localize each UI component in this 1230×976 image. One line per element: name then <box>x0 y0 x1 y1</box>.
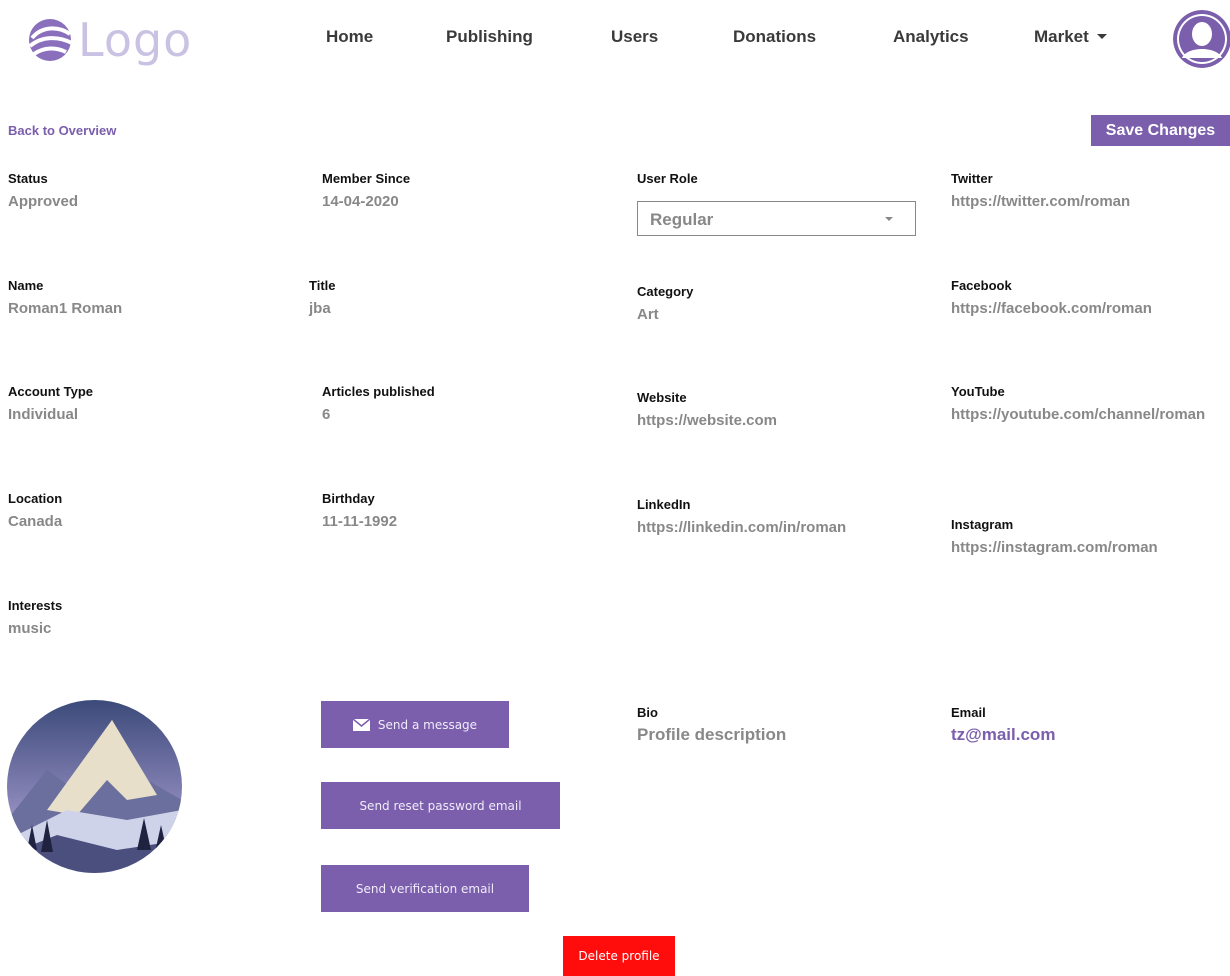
facebook-value[interactable]: https://facebook.com/roman <box>951 300 1152 318</box>
articles-label: Articles published <box>322 384 435 399</box>
nav-market[interactable]: Market <box>1034 27 1107 47</box>
name-label: Name <box>8 278 44 293</box>
profile-image <box>7 700 182 873</box>
linkedin-label: LinkedIn <box>637 497 691 512</box>
nav-home[interactable]: Home <box>326 27 373 47</box>
title-field: Title jba <box>309 278 336 318</box>
user-role-select[interactable]: Regular <box>637 201 916 236</box>
instagram-label: Instagram <box>951 517 1014 532</box>
account-type-label: Account Type <box>8 384 93 399</box>
nav-analytics[interactable]: Analytics <box>893 27 969 47</box>
nav-publishing[interactable]: Publishing <box>446 27 533 47</box>
logo-mark-icon <box>28 19 73 61</box>
user-role-field: User Role <box>637 171 698 187</box>
birthday-value: 11-11-1992 <box>322 513 398 530</box>
back-to-overview-link[interactable]: Back to Overview <box>8 123 116 138</box>
nav-market-label: Market <box>1034 27 1089 46</box>
location-label: Location <box>8 491 63 506</box>
status-value: Approved <box>8 193 79 210</box>
reset-password-button[interactable]: Send reset password email <box>321 782 560 829</box>
linkedin-value[interactable]: https://linkedin.com/in/roman <box>637 519 846 537</box>
instagram-field: Instagram https://instagram.com/roman <box>951 517 1158 557</box>
name-field: Name Roman1 Roman <box>8 278 122 318</box>
title-value: jba <box>309 300 331 317</box>
save-changes-button[interactable]: Save Changes <box>1091 115 1230 146</box>
location-value: Canada <box>8 513 63 530</box>
twitter-value[interactable]: https://twitter.com/roman <box>951 193 1130 211</box>
send-message-label: Send a message <box>377 717 478 732</box>
name-value: Roman1 Roman <box>8 300 123 317</box>
twitter-field: Twitter https://twitter.com/roman <box>951 171 1130 211</box>
twitter-label: Twitter <box>951 171 993 186</box>
title-label: Title <box>309 278 336 293</box>
nav-donations[interactable]: Donations <box>733 27 816 47</box>
youtube-field: YouTube https://youtube.com/channel/roma… <box>951 384 1221 428</box>
verification-email-button[interactable]: Send verification email <box>321 865 529 912</box>
website-label: Website <box>637 390 687 405</box>
youtube-value[interactable]: https://youtube.com/channel/roman <box>951 402 1221 428</box>
interests-value: music <box>8 620 52 637</box>
member-since-value: 14-04-2020 <box>322 193 399 210</box>
bio-field: Bio Profile description <box>637 705 786 744</box>
logo-text: Logo <box>78 13 193 67</box>
category-label: Category <box>637 284 694 299</box>
articles-field: Articles published 6 <box>322 384 435 424</box>
website-value[interactable]: https://website.com <box>637 412 777 430</box>
email-field: Email tz@mail.com <box>951 705 1055 744</box>
category-value: Art <box>637 306 659 323</box>
user-role-label: User Role <box>637 171 698 186</box>
linkedin-field: LinkedIn https://linkedin.com/in/roman <box>637 497 846 537</box>
status-label: Status <box>8 171 48 186</box>
email-value[interactable]: tz@mail.com <box>951 726 1055 744</box>
facebook-field: Facebook https://facebook.com/roman <box>951 278 1152 318</box>
youtube-label: YouTube <box>951 384 1005 399</box>
website-field: Website https://website.com <box>637 390 777 430</box>
delete-profile-button[interactable]: Delete profile <box>563 936 675 976</box>
member-since-label: Member Since <box>322 171 411 186</box>
location-field: Location Canada <box>8 491 62 531</box>
articles-value: 6 <box>322 406 331 423</box>
mountain-image-icon <box>7 700 182 873</box>
envelope-icon <box>352 718 370 731</box>
chevron-down-icon <box>885 217 893 221</box>
account-type-field: Account Type Individual <box>8 384 93 424</box>
interests-label: Interests <box>8 598 63 613</box>
account-type-value: Individual <box>8 406 79 423</box>
logo[interactable]: Logo <box>26 12 192 68</box>
user-role-selected: Regular <box>650 210 714 229</box>
interests-field: Interests music <box>8 598 62 638</box>
bio-label: Bio <box>637 705 658 720</box>
category-field: Category Art <box>637 284 693 324</box>
user-avatar[interactable] <box>1173 10 1230 68</box>
email-label: Email <box>951 705 986 720</box>
nav-users[interactable]: Users <box>611 27 658 47</box>
status-field: Status Approved <box>8 171 78 211</box>
member-since-field: Member Since 14-04-2020 <box>322 171 410 211</box>
instagram-value[interactable]: https://instagram.com/roman <box>951 539 1158 557</box>
facebook-label: Facebook <box>951 278 1012 293</box>
bio-value: Profile description <box>637 725 787 744</box>
birthday-label: Birthday <box>322 491 375 506</box>
birthday-field: Birthday 11-11-1992 <box>322 491 397 531</box>
send-message-button[interactable]: Send a message <box>321 701 509 748</box>
chevron-down-icon <box>1096 34 1107 39</box>
user-avatar-icon <box>1173 10 1230 68</box>
